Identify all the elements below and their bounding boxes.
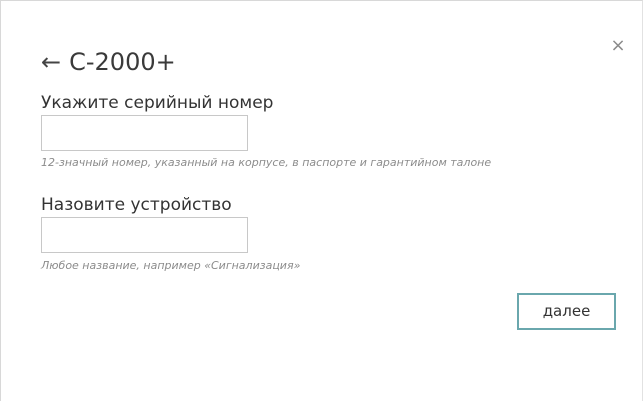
device-name-label: Назовите устройство	[41, 195, 232, 215]
serial-number-hint: 12-значный номер, указанный на корпусе, …	[41, 156, 492, 169]
device-name-hint: Любое название, например «Сигнализация»	[41, 259, 301, 272]
next-button[interactable]: далее	[517, 293, 616, 330]
page-title: С-2000+	[69, 48, 176, 76]
title-row: ← С-2000+	[41, 45, 176, 79]
back-arrow-icon[interactable]: ←	[41, 50, 61, 74]
add-device-dialog: × ← С-2000+ Укажите серийный номер 12-зн…	[0, 0, 643, 401]
device-name-input[interactable]	[41, 217, 248, 253]
serial-number-input[interactable]	[41, 115, 248, 151]
close-icon[interactable]: ×	[609, 37, 627, 55]
serial-number-label: Укажите серийный номер	[41, 93, 274, 113]
